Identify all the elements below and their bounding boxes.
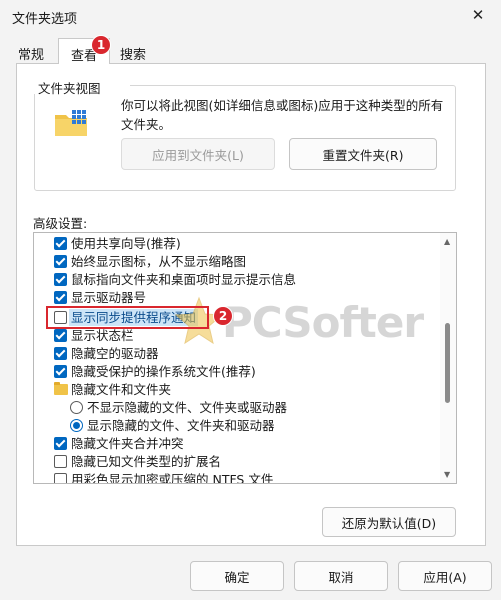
reset-folders-button[interactable]: 重置文件夹(R): [289, 138, 437, 170]
scroll-up-arrow-icon[interactable]: ▲: [444, 237, 450, 246]
checkbox-checked[interactable]: [54, 365, 67, 378]
checkbox-checked[interactable]: [54, 291, 67, 304]
list-item-label: 隐藏已知文件类型的扩展名: [71, 454, 222, 469]
apply-button[interactable]: 应用(A): [398, 561, 492, 591]
apply-to-folders-button[interactable]: 应用到文件夹(L): [121, 138, 275, 170]
list-item-label: 用彩色显示加密或压缩的 NTFS 文件: [71, 472, 274, 484]
title-bar: 文件夹选项 ✕: [0, 0, 501, 30]
checkbox-unchecked[interactable]: [54, 455, 67, 468]
step-badge-2: 2: [213, 306, 233, 326]
checkbox-checked[interactable]: [54, 255, 67, 268]
checkbox-checked[interactable]: [54, 437, 67, 450]
checkbox-checked[interactable]: [54, 273, 67, 286]
folder-icon: [54, 382, 68, 395]
list-item-label: 显示隐藏的文件、文件夹和驱动器: [87, 418, 275, 433]
advanced-settings-label: 高级设置:: [33, 216, 88, 231]
list-item-label: 隐藏文件和文件夹: [71, 382, 172, 397]
advanced-settings-list[interactable]: 使用共享向导(推荐) 始终显示图标，从不显示缩略图 鼠标指向文件夹和桌面项时显示…: [33, 232, 457, 484]
scroll-down-arrow-icon[interactable]: ▼: [444, 470, 450, 479]
ok-button[interactable]: 确定: [190, 561, 284, 591]
cancel-button[interactable]: 取消: [294, 561, 388, 591]
close-icon[interactable]: ✕: [455, 0, 501, 30]
tab-search[interactable]: 搜索: [118, 40, 148, 64]
radio-unselected[interactable]: [70, 401, 83, 414]
vertical-scrollbar[interactable]: ▲ ▼: [440, 233, 456, 483]
folder-view-icon: [55, 110, 87, 136]
scrollbar-thumb[interactable]: [445, 323, 450, 403]
folder-views-description: 你可以将此视图(如详细信息或图标)应用于这种类型的所有文件夹。: [121, 98, 444, 132]
checkbox-checked[interactable]: [54, 347, 67, 360]
checkbox-checked[interactable]: [54, 237, 67, 250]
list-item-label: 隐藏空的驱动器: [71, 346, 159, 361]
step-badge-1: 1: [91, 35, 111, 55]
list-item-label: 显示驱动器号: [71, 290, 147, 305]
list-item-label: 显示状态栏: [71, 328, 134, 343]
highlight-annotation-box: [46, 306, 209, 329]
list-item-label: 鼠标指向文件夹和桌面项时显示提示信息: [71, 272, 297, 287]
list-item-label: 隐藏受保护的操作系统文件(推荐): [71, 364, 256, 379]
radio-selected[interactable]: [70, 419, 83, 432]
restore-defaults-button[interactable]: 还原为默认值(D): [322, 507, 456, 537]
checkbox-checked[interactable]: [54, 329, 67, 342]
tab-general[interactable]: 常规: [16, 40, 46, 64]
folder-views-label: 文件夹视图: [38, 81, 101, 96]
checkbox-unchecked[interactable]: [54, 473, 67, 483]
list-item-label: 隐藏文件夹合并冲突: [71, 436, 184, 451]
window-title: 文件夹选项: [12, 12, 78, 27]
list-item-label: 不显示隐藏的文件、文件夹或驱动器: [87, 400, 288, 415]
list-item-label: 使用共享向导(推荐): [71, 236, 181, 251]
list-item-label: 始终显示图标，从不显示缩略图: [71, 254, 247, 269]
